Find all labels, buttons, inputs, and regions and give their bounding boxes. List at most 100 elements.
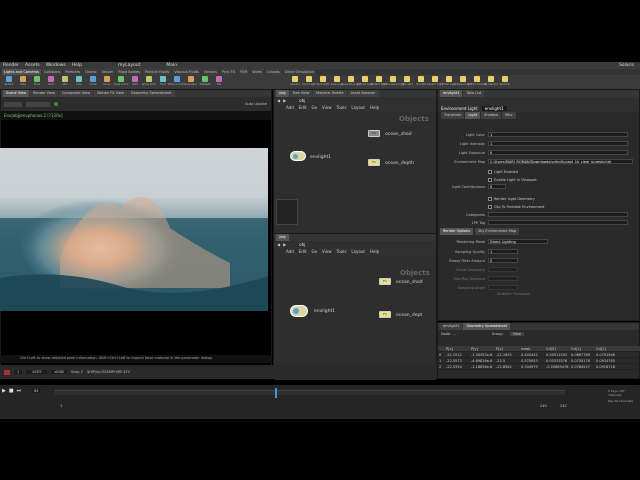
parm-field[interactable]: C:/Users/MARI_ROMAN/Downloads/sylterSuns… [488, 159, 633, 164]
shelf-tool-1[interactable]: Tube [17, 76, 29, 88]
snap-label[interactable]: Snap 2 [71, 370, 83, 374]
param-tab-misc[interactable]: Misc [501, 112, 516, 119]
network-menu-tools[interactable]: Tools [337, 249, 347, 254]
play-icon[interactable]: ▶ [2, 388, 6, 394]
spreadsheet-col-header[interactable]: mask [520, 346, 545, 351]
desktop-selector[interactable]: myLayout [118, 63, 140, 68]
light-tool-3[interactable]: Area Light [331, 76, 343, 88]
spreadsheet-view-dropdown[interactable]: View [509, 332, 524, 336]
tab-motion-fx[interactable]: Motion FX View [94, 90, 127, 97]
render-path-label[interactable]: $HIP/ipr/SSAMPHIRE.$F4 [87, 370, 130, 374]
parm-checkbox[interactable] [488, 177, 492, 182]
key-all-label[interactable]: Key All Channels [608, 399, 633, 403]
light-tool-1[interactable]: Point Light [302, 76, 316, 88]
light-tool-15[interactable]: Switcher [499, 76, 511, 88]
shelf-tool-9[interactable]: Path [129, 76, 141, 88]
param-tab-light[interactable]: Light [465, 112, 481, 119]
light-tool-13[interactable]: Stereo Camera [468, 76, 486, 88]
parm-field[interactable]: 0 [488, 150, 628, 155]
light-tool-12[interactable]: Ambient Light [454, 76, 472, 88]
tab-composite-view[interactable]: Composite View [58, 90, 94, 97]
menu-render[interactable]: Render [3, 63, 19, 68]
light-tool-10[interactable]: Caustic Light [427, 76, 443, 88]
skip-end-icon[interactable]: ⏭ [17, 388, 22, 394]
end-frame-field[interactable]: 240 [560, 404, 567, 408]
shelf-tool-15[interactable]: File [213, 76, 225, 88]
menu-help[interactable]: Help [72, 63, 82, 68]
parm-field[interactable]: 1 [488, 132, 628, 137]
shelf-tool-5[interactable]: Line [73, 76, 85, 88]
network-menu-layout[interactable]: Layout [351, 249, 365, 254]
menu-windows[interactable]: Windows [46, 63, 66, 68]
render-field[interactable]: Direct Lighting [488, 239, 548, 244]
network-menu-tools[interactable]: Tools [337, 105, 347, 110]
node-ocean-depth-bottom[interactable]: Fx [379, 311, 391, 318]
parm-field[interactable] [488, 212, 628, 217]
shelf-tool-0[interactable]: Sphere [3, 76, 15, 88]
light-tool-14[interactable]: VR Camera [484, 76, 498, 88]
node-ocean-depth-top[interactable]: Fx [368, 159, 380, 166]
menu-assets[interactable]: Assets [25, 63, 40, 68]
node-name-field[interactable]: envlight1 [481, 105, 507, 111]
spreadsheet-col-header[interactable]: Cd[2] [595, 346, 620, 351]
network-menu-go[interactable]: Go [312, 105, 318, 110]
current-frame-field[interactable]: 64 [32, 389, 41, 393]
network-menu-view[interactable]: View [322, 249, 332, 254]
light-tool-9[interactable]: GI Light [415, 76, 427, 88]
tab-spreadsheet-node[interactable]: envlight1 [440, 323, 463, 330]
timeline-slider[interactable] [55, 388, 565, 398]
node-envlight-top[interactable] [290, 151, 306, 161]
light-tool-11[interactable]: Portal Light [442, 76, 456, 88]
network-menu-add[interactable]: Add [286, 249, 294, 254]
shelf-tool-3[interactable]: Grid [45, 76, 57, 88]
range-end-field[interactable]: 240 [540, 404, 547, 408]
network-minimap[interactable] [276, 199, 298, 225]
parm-checkbox[interactable] [488, 196, 492, 201]
light-tool-7[interactable]: Environment Light [382, 76, 405, 88]
shelf-tool-7[interactable]: Curve [101, 76, 113, 88]
network-menu-help[interactable]: Help [370, 249, 379, 254]
spreadsheet-col-header[interactable]: P[y] [470, 346, 495, 351]
tab-obj-bottom[interactable]: /obj [276, 234, 289, 241]
shelf-tool-4[interactable]: Null [59, 76, 71, 88]
param-subtab-1[interactable]: Sky Environment Map [475, 228, 520, 235]
frame-field[interactable]: 1 [14, 370, 23, 374]
network-bottom-path[interactable]: obj [299, 242, 305, 247]
node-envlight-bottom[interactable] [290, 305, 308, 317]
spreadsheet-col-header[interactable]: P[z] [495, 346, 520, 351]
forward-icon[interactable]: ▶ [283, 98, 286, 103]
shelf-tool-13[interactable]: L-System [185, 76, 197, 88]
network-top-canvas[interactable]: Objects Fx ocean_shad Fx ocean_depth env… [274, 111, 436, 234]
auto-update-label[interactable]: Auto Update [245, 102, 267, 106]
param-tab-shadow[interactable]: Shadow [481, 112, 501, 119]
shelf-tool-6[interactable]: Circle [87, 76, 99, 88]
back-icon-bottom[interactable]: ◀ [277, 242, 280, 247]
acs-field[interactable]: ACES [26, 370, 48, 374]
shelf-tool-11[interactable]: Font [157, 76, 169, 88]
shelf-tool-12[interactable]: Platonic Solids [168, 76, 186, 88]
node-ocean-shad-top[interactable]: Fx [368, 130, 380, 137]
parm-field[interactable] [488, 220, 628, 225]
spreadsheet-col-header[interactable] [438, 346, 445, 351]
spreadsheet-col-header[interactable]: P[x] [445, 346, 470, 351]
shelf-tool-8[interactable]: Draw Curve [114, 76, 128, 88]
render-field[interactable] [488, 285, 518, 290]
tab-take-list[interactable]: Take List [463, 90, 485, 97]
network-menu-view[interactable]: View [322, 105, 332, 110]
main-selector[interactable]: Main [166, 63, 177, 68]
tab-obj[interactable]: /obj [276, 90, 289, 97]
light-tool-5[interactable]: Volume Light [357, 76, 373, 88]
camera-dropdown[interactable] [26, 101, 50, 107]
network-menu-edit[interactable]: Edit [299, 249, 307, 254]
param-tab-transform[interactable]: Transform [441, 112, 465, 119]
network-menu-add[interactable]: Add [286, 105, 294, 110]
shelf-tool-10[interactable]: Spray Paint [142, 76, 156, 88]
network-menu-go[interactable]: Go [312, 249, 318, 254]
network-menu-layout[interactable]: Layout [351, 105, 365, 110]
network-top-path[interactable]: obj [299, 98, 305, 103]
back-icon[interactable]: ◀ [277, 98, 280, 103]
parm-field[interactable]: 1 [488, 141, 628, 146]
render-field[interactable]: 0 [488, 258, 518, 263]
render-field[interactable]: 1 [488, 249, 518, 254]
spreadsheet-col-header[interactable]: Cd[1] [570, 346, 595, 351]
